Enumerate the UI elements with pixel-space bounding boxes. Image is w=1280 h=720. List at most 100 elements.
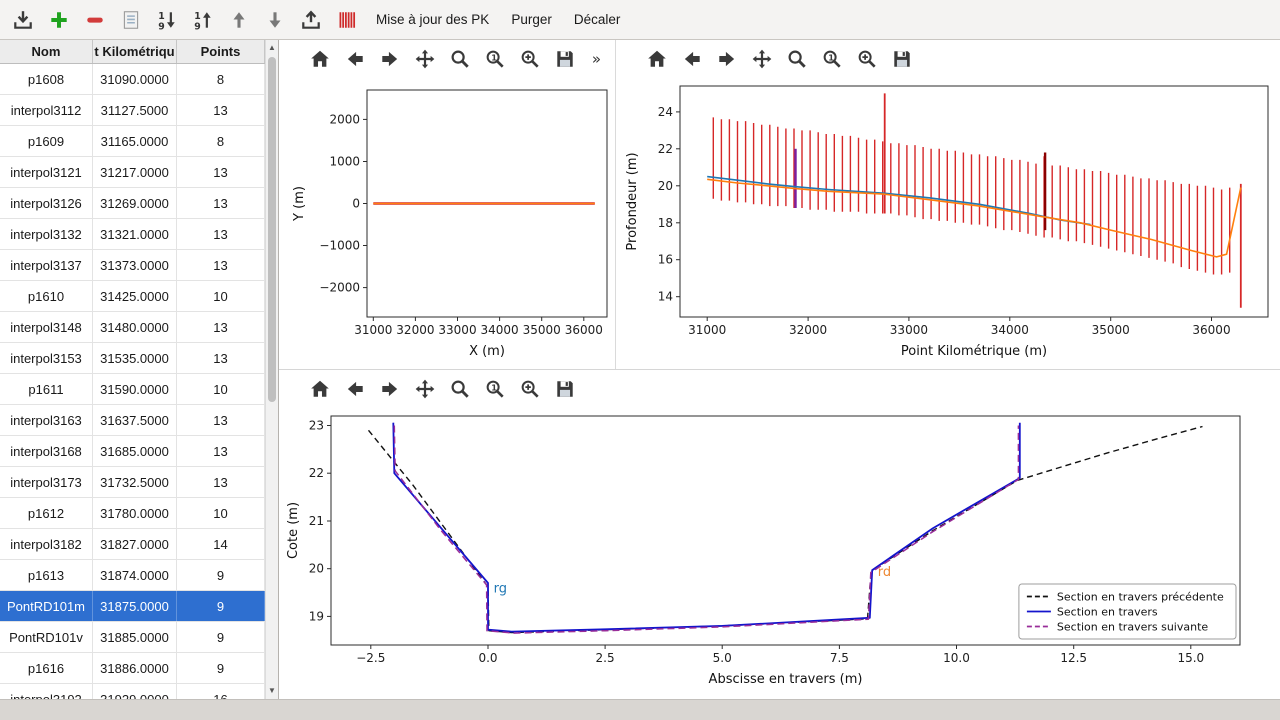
zoom-one-button[interactable]: 1	[482, 46, 508, 72]
back-button[interactable]	[342, 376, 368, 402]
zoom-button[interactable]	[784, 46, 810, 72]
zoom-one-button[interactable]: 1	[819, 46, 845, 72]
table-row[interactable]: p160831090.00008	[0, 64, 278, 95]
svg-text:36000: 36000	[1192, 323, 1230, 337]
table-row[interactable]: interpol312631269.000013	[0, 188, 278, 219]
scroll-up-button[interactable]: ▲	[266, 41, 278, 55]
svg-text:0.0: 0.0	[478, 651, 497, 665]
table-cell: interpol3163	[0, 405, 93, 435]
table-cell: 31637.5000	[93, 405, 177, 435]
zoom-plus-button[interactable]	[517, 46, 543, 72]
table-row[interactable]: interpol315331535.000013	[0, 343, 278, 374]
table-row[interactable]: p161131590.000010	[0, 374, 278, 405]
table-row[interactable]: interpol318231827.000014	[0, 529, 278, 560]
export-button[interactable]	[294, 4, 328, 36]
toolbar-overflow-button[interactable]: »	[588, 50, 605, 68]
svg-text:35000: 35000	[1092, 323, 1130, 337]
shift-button[interactable]: Décaler	[564, 4, 631, 36]
zoom-plus-button[interactable]	[517, 376, 543, 402]
table-scrollbar[interactable]: ▲ ▼	[265, 40, 278, 699]
table-cell: interpol3126	[0, 188, 93, 218]
svg-text:Section en travers précédente: Section en travers précédente	[1057, 591, 1224, 604]
pan-icon	[414, 378, 436, 400]
pan-button[interactable]	[412, 376, 438, 402]
sort-ascending-button[interactable]: 19	[186, 4, 220, 36]
table-cell: 31321.0000	[93, 219, 177, 249]
add-section-button[interactable]	[42, 4, 76, 36]
column-header-pk[interactable]: t Kilométriqu	[93, 40, 177, 63]
table-row[interactable]: p161331874.00009	[0, 560, 278, 591]
table-row[interactable]: interpol313731373.000013	[0, 250, 278, 281]
svg-text:23: 23	[309, 419, 324, 433]
cross-section-plot-canvas[interactable]: −2.50.02.55.07.510.012.515.01920212223Ab…	[279, 408, 1280, 700]
pan-button[interactable]	[412, 46, 438, 72]
back-button[interactable]	[342, 46, 368, 72]
home-button[interactable]	[307, 376, 333, 402]
svg-text:Section en travers: Section en travers	[1057, 606, 1158, 619]
save-figure-button[interactable]	[552, 376, 578, 402]
move-down-button[interactable]	[258, 4, 292, 36]
scrollbar-thumb[interactable]	[268, 57, 276, 402]
table-row[interactable]: interpol317331732.500013	[0, 467, 278, 498]
zoom-button[interactable]	[447, 376, 473, 402]
cross-section-plot-toolbar: 1	[279, 370, 1280, 408]
svg-text:Section en travers suivante: Section en travers suivante	[1057, 621, 1208, 634]
table-row[interactable]: interpol311231127.500013	[0, 95, 278, 126]
edit-list-button[interactable]	[114, 4, 148, 36]
svg-text:22: 22	[309, 466, 324, 480]
table-row[interactable]: p160931165.00008	[0, 126, 278, 157]
save-figure-button[interactable]	[552, 46, 578, 72]
zoom-one-icon: 1	[484, 378, 506, 400]
svg-text:24: 24	[658, 105, 673, 119]
plan-view-svg: 310003200033000340003500036000−2000−1000…	[279, 78, 615, 369]
save-figure-button[interactable]	[889, 46, 915, 72]
table-cell: 31217.0000	[93, 157, 177, 187]
save-icon	[554, 48, 576, 70]
table-cell: interpol3153	[0, 343, 93, 373]
table-row[interactable]: PontRD101v31885.00009	[0, 622, 278, 653]
column-header-nom[interactable]: Nom	[0, 40, 93, 63]
interpolate-sections-button[interactable]	[330, 4, 364, 36]
profile-plot-toolbar: 1	[616, 40, 1280, 78]
pan-button[interactable]	[749, 46, 775, 72]
table-row[interactable]: interpol314831480.000013	[0, 312, 278, 343]
column-header-points[interactable]: Points	[177, 40, 265, 63]
table-cell: 9	[177, 560, 265, 590]
table-cell: p1609	[0, 126, 93, 156]
home-button[interactable]	[307, 46, 333, 72]
svg-text:X (m): X (m)	[469, 344, 505, 359]
import-button[interactable]	[6, 4, 40, 36]
forward-button[interactable]	[714, 46, 740, 72]
zoom-one-button[interactable]: 1	[482, 376, 508, 402]
svg-text:Y (m): Y (m)	[292, 186, 307, 222]
svg-text:14: 14	[658, 290, 673, 304]
update-pk-button[interactable]: Mise à jour des PK	[366, 4, 499, 36]
forward-button[interactable]	[377, 46, 403, 72]
move-up-button[interactable]	[222, 4, 256, 36]
scroll-down-button[interactable]: ▼	[266, 684, 278, 698]
plan-plot-toolbar: 1»	[279, 40, 615, 78]
table-row[interactable]: p161031425.000010	[0, 281, 278, 312]
zoom-button[interactable]	[447, 46, 473, 72]
table-cell: 14	[177, 529, 265, 559]
plan-plot-canvas[interactable]: 310003200033000340003500036000−2000−1000…	[279, 78, 615, 370]
delete-section-button[interactable]	[78, 4, 112, 36]
table-row[interactable]: interpol316831685.000013	[0, 436, 278, 467]
forward-button[interactable]	[377, 376, 403, 402]
back-button[interactable]	[679, 46, 705, 72]
purge-button[interactable]: Purger	[501, 4, 562, 36]
table-row[interactable]: interpol313231321.000013	[0, 219, 278, 250]
table-row[interactable]: p161231780.000010	[0, 498, 278, 529]
main-content: Nomt KilométriquPoints p160831090.00008i…	[0, 40, 1280, 699]
profile-plot-canvas[interactable]: 3100032000330003400035000360001416182022…	[616, 78, 1280, 370]
home-button[interactable]	[644, 46, 670, 72]
svg-text:31000: 31000	[688, 323, 726, 337]
table-row[interactable]: p161631886.00009	[0, 653, 278, 684]
table-row[interactable]: interpol312131217.000013	[0, 157, 278, 188]
table-row[interactable]: PontRD101m31875.00009	[0, 591, 278, 622]
table-cell: 31165.0000	[93, 126, 177, 156]
table-row[interactable]: interpol319231929.000016	[0, 684, 278, 699]
sort-descending-button[interactable]: 19	[150, 4, 184, 36]
table-row[interactable]: interpol316331637.500013	[0, 405, 278, 436]
zoom-plus-button[interactable]	[854, 46, 880, 72]
